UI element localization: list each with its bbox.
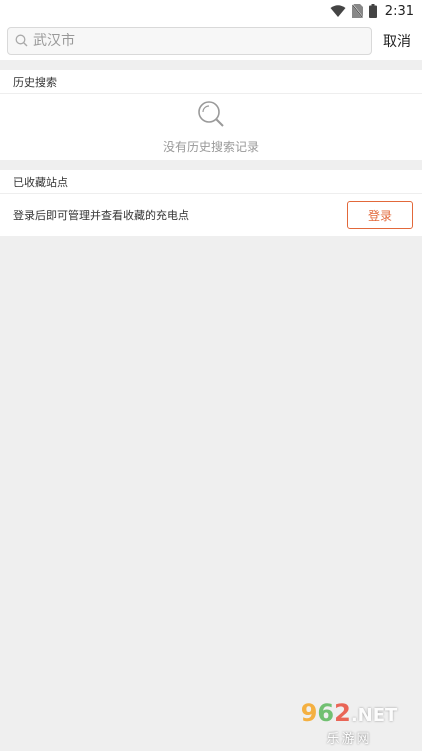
status-bar: 2:31 bbox=[0, 0, 422, 22]
watermark-number-2: 6 bbox=[317, 699, 335, 727]
history-section-title: 历史搜索 bbox=[0, 70, 422, 94]
favorites-section-title: 已收藏站点 bbox=[0, 170, 422, 194]
watermark-top: 962.NET bbox=[301, 701, 398, 728]
battery-icon bbox=[368, 4, 377, 18]
status-time: 2:31 bbox=[384, 3, 414, 19]
watermark-number-1: 9 bbox=[300, 699, 318, 727]
search-icon bbox=[15, 32, 28, 51]
favorites-login-row: 登录后即可管理并查看收藏的充电点 登录 bbox=[0, 194, 422, 236]
watermark-suffix: .NET bbox=[350, 705, 398, 726]
watermark-logo: 962.NET 乐游网 bbox=[282, 701, 416, 747]
favorites-hint: 登录后即可管理并查看收藏的充电点 bbox=[13, 209, 189, 222]
cancel-button[interactable]: 取消 bbox=[383, 31, 411, 51]
wifi-icon bbox=[330, 4, 346, 18]
watermark-site-name: 乐游网 bbox=[326, 732, 372, 747]
history-empty-text: 没有历史搜索记录 bbox=[162, 139, 259, 154]
search-input[interactable] bbox=[33, 33, 353, 49]
magnifier-icon bbox=[197, 100, 225, 132]
search-box[interactable] bbox=[7, 27, 372, 55]
history-empty-state: 没有历史搜索记录 bbox=[0, 94, 422, 160]
watermark-number-3: 2 bbox=[334, 699, 351, 727]
divider bbox=[0, 60, 422, 70]
login-button[interactable]: 登录 bbox=[347, 201, 413, 229]
no-sim-icon bbox=[351, 4, 363, 18]
divider bbox=[0, 160, 422, 170]
search-header: 取消 bbox=[0, 22, 422, 60]
app-screen: 2:31 取消 历史搜索 没有历史搜索记录 已收藏站点 登录后即可管理并查看收藏… bbox=[0, 0, 422, 751]
